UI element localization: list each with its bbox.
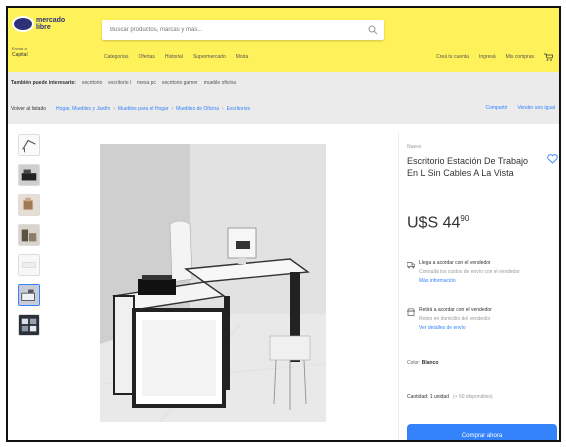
nav-categories[interactable]: Categorías [104, 54, 128, 60]
heart-icon[interactable] [547, 154, 558, 164]
product-price: U$S 4490 [407, 214, 469, 232]
thumbnail-list [18, 134, 42, 344]
price-cents: 90 [460, 214, 470, 223]
search-box [102, 20, 384, 40]
search-input[interactable] [110, 25, 350, 35]
color-label: Color: [407, 360, 421, 366]
thumbnail[interactable] [18, 254, 40, 276]
breadcrumb-item[interactable]: Muebles para el Hogar [118, 106, 169, 112]
thumbnail[interactable] [18, 134, 40, 156]
related-label: También puede interesarte: [11, 80, 76, 86]
nav-purchases[interactable]: Mis compras [506, 54, 534, 60]
product-title: Escritorio Estación De Trabajo En L Sin … [407, 156, 529, 178]
color-value: Blanco [421, 360, 439, 366]
back-to-list-link[interactable]: Volver al listado [11, 106, 46, 112]
shipping-info: Llega a acordar con el vendedor Consultá… [407, 260, 555, 290]
pickup-info: Retirá a acordar con el vendedor Retiro … [407, 307, 555, 347]
site-header: mercado libre Enviar a Capital Categoría… [8, 8, 559, 72]
logo-text: mercado libre [36, 17, 66, 31]
breadcrumb-bar: Volver al listado Hogar, Muebles y Jardí… [8, 102, 559, 116]
related-link[interactable]: mesa pc [137, 80, 156, 86]
price-main: U$S 44 [407, 214, 461, 232]
quantity-selector[interactable]: Cantidad: 1 unidad (+ 50 disponibles) [407, 394, 493, 400]
truck-icon [407, 262, 415, 269]
breadcrumb-item[interactable]: Muebles de Oficina [176, 106, 219, 112]
main-nav: Categorías Ofertas Historial Supermercad… [104, 54, 248, 60]
breadcrumb-separator: › [171, 106, 174, 112]
related-searches: También puede interesarte: escritorio es… [8, 76, 559, 90]
store-icon [407, 308, 415, 316]
quantity-label: Cantidad: 1 unidad [407, 394, 449, 400]
thumbnail-selected[interactable] [18, 284, 40, 306]
breadcrumb: Hogar, Muebles y Jardín › Muebles para e… [56, 106, 250, 112]
related-link[interactable]: escritorio [82, 80, 102, 86]
related-link[interactable]: escritorio gamer [162, 80, 198, 86]
nav-login[interactable]: Ingresá [479, 54, 496, 60]
user-nav: Creá tu cuenta Ingresá Mis compras [436, 53, 553, 61]
handshake-logo-icon [12, 16, 34, 32]
color-selector[interactable]: Color: Blanco [407, 360, 438, 366]
shipping-more-info-link[interactable]: Más información [419, 278, 456, 284]
shipping-title: Llega a acordar con el vendedor [419, 260, 491, 266]
thumbnail[interactable] [18, 314, 40, 336]
breadcrumb-separator: › [221, 106, 224, 112]
nav-create-account[interactable]: Creá tu cuenta [436, 54, 469, 60]
pickup-details-link[interactable]: Ver detalles de envío [419, 325, 466, 331]
browser-frame: mercado libre Enviar a Capital Categoría… [6, 6, 561, 442]
thumbnail[interactable] [18, 194, 40, 216]
thumbnail[interactable] [18, 164, 40, 186]
logo[interactable]: mercado libre [12, 14, 76, 40]
breadcrumb-actions: Compartir Vender uno igual [486, 105, 556, 111]
breadcrumb-separator: › [113, 106, 115, 112]
nav-offers[interactable]: Ofertas [138, 54, 154, 60]
breadcrumb-item[interactable]: Escritorios [227, 106, 250, 112]
product-condition: Nuevo [407, 144, 422, 150]
share-link[interactable]: Compartir [486, 105, 508, 111]
purchase-box: Nuevo Escritorio Estación De Trabajo En … [398, 132, 559, 440]
shipping-subtitle: Consultá los costos de envío con el vend… [419, 269, 520, 275]
buy-now-button[interactable]: Comprar ahora [407, 424, 557, 440]
quantity-available: (+ 50 disponibles) [452, 394, 493, 400]
location-label: Enviar a [12, 46, 27, 51]
nav-history[interactable]: Historial [165, 54, 183, 60]
thumbnail[interactable] [18, 224, 40, 246]
product-image[interactable] [100, 144, 326, 422]
related-link[interactable]: mueble oficina [204, 80, 236, 86]
related-link[interactable]: escritorio l [108, 80, 131, 86]
product-panel: Nuevo Escritorio Estación De Trabajo En … [8, 124, 559, 440]
nav-fashion[interactable]: Moda [236, 54, 249, 60]
nav-supermarket[interactable]: Supermercado [193, 54, 226, 60]
breadcrumb-item[interactable]: Hogar, Muebles y Jardín [56, 106, 110, 112]
pickup-subtitle: Retiro en domicilio del vendedor [419, 316, 491, 322]
sell-similar-link[interactable]: Vender uno igual [517, 105, 555, 111]
location-value[interactable]: Capital [12, 52, 28, 58]
search-icon[interactable] [368, 25, 378, 35]
pickup-title: Retirá a acordar con el vendedor [419, 307, 492, 313]
cart-icon[interactable] [544, 53, 553, 61]
